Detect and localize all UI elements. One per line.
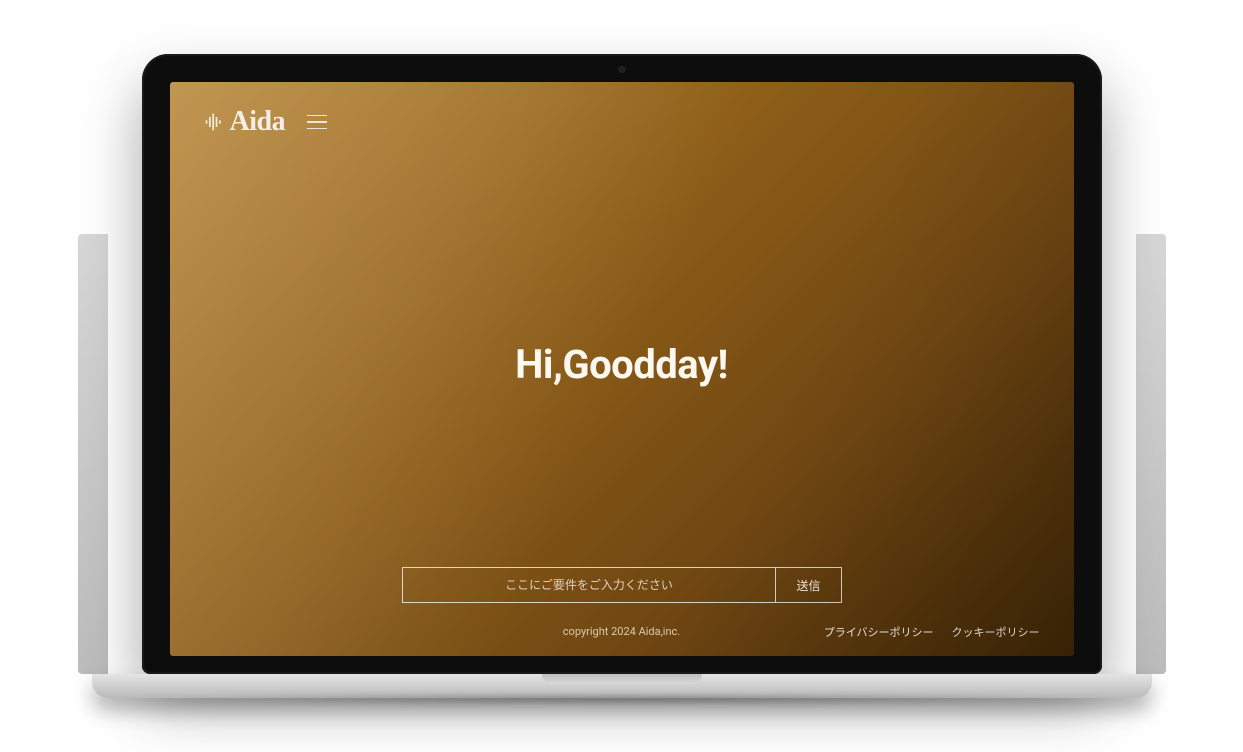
- footer-links: プライバシーポリシー クッキーポリシー: [824, 624, 1040, 640]
- contact-form: 送信: [170, 567, 1074, 613]
- brand-name: Aida: [230, 106, 286, 138]
- site-header: Aida: [170, 82, 1074, 162]
- privacy-policy-link[interactable]: プライバシーポリシー: [824, 624, 934, 640]
- menu-button[interactable]: [303, 111, 331, 134]
- copyright-text: copyright 2024 Aida,inc.: [563, 625, 680, 638]
- cookie-policy-link[interactable]: クッキーポリシー: [952, 624, 1040, 640]
- hamburger-line: [307, 121, 327, 123]
- laptop-lid: Aida Hi,Goodday! 送信 copyright: [142, 54, 1102, 674]
- screen-content: Aida Hi,Goodday! 送信 copyright: [170, 82, 1074, 656]
- site-footer: copyright 2024 Aida,inc. プライバシーポリシー クッキー…: [170, 613, 1074, 656]
- brand-logo[interactable]: Aida: [204, 106, 286, 138]
- hero-section: Hi,Goodday!: [170, 162, 1074, 567]
- input-container: 送信: [402, 567, 842, 603]
- laptop-body-left: [78, 234, 108, 674]
- hamburger-line: [307, 115, 327, 117]
- submit-button[interactable]: 送信: [776, 568, 840, 602]
- laptop-mockup: Aida Hi,Goodday! 送信 copyright: [92, 54, 1152, 698]
- hamburger-line: [307, 128, 327, 130]
- soundwave-icon: [204, 112, 224, 132]
- hero-heading: Hi,Goodday!: [515, 341, 728, 388]
- webcam-dot: [618, 66, 625, 73]
- laptop-base: [92, 674, 1152, 698]
- message-input[interactable]: [403, 568, 776, 602]
- laptop-body-right: [1136, 234, 1166, 674]
